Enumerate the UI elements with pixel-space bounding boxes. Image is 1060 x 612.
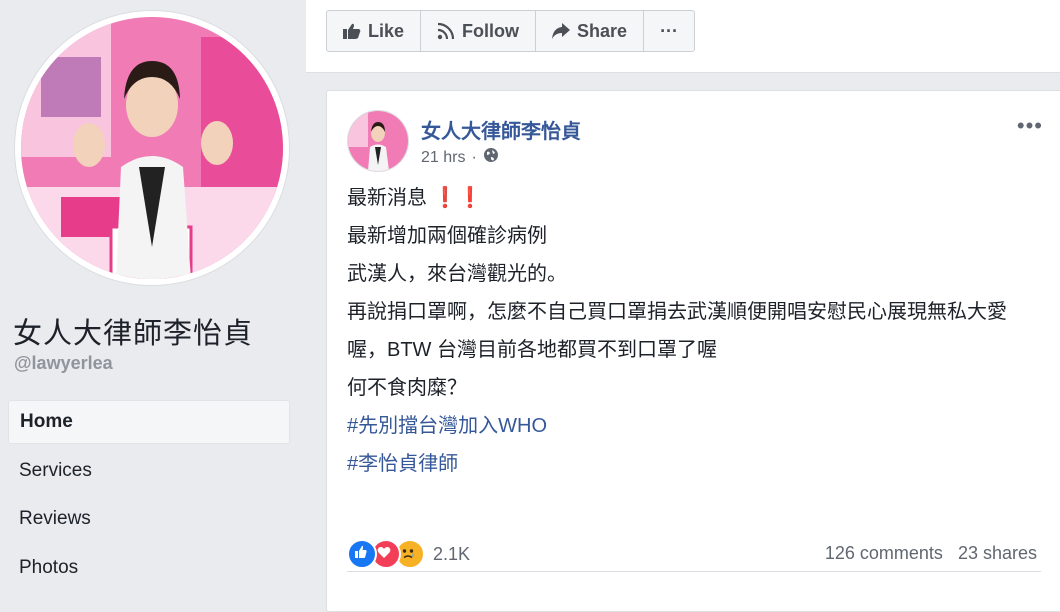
post-stats: 126 comments 23 shares — [815, 543, 1037, 564]
post-timestamp[interactable]: 21 hrs — [421, 149, 465, 167]
reactions-summary[interactable]: 2.1K — [347, 539, 470, 569]
page-name: 女人大律師李怡貞 — [13, 318, 254, 350]
page-nav: Home Services Reviews Photos — [8, 400, 290, 594]
more-options-label: ··· — [660, 20, 679, 41]
nav-item-photos[interactable]: Photos — [8, 546, 290, 590]
like-label: Like — [368, 20, 405, 41]
post-line-2: 最新增加兩個確診病例 — [347, 225, 547, 247]
page-handle[interactable]: @lawyerlea — [14, 353, 113, 374]
nav-item-reviews[interactable]: Reviews — [8, 497, 290, 541]
like-button[interactable]: Like — [327, 11, 422, 51]
thumbs-up-icon — [343, 23, 361, 39]
follow-button[interactable]: Follow — [421, 11, 537, 51]
share-button[interactable]: Share — [536, 11, 645, 51]
post-footer: 2.1K 126 comments 23 shares — [347, 535, 1041, 572]
post-line-1-text: 最新消息 — [347, 187, 427, 209]
profile-photo-image — [21, 17, 283, 279]
action-button-group: Like Follow Share ··· — [326, 10, 696, 52]
post-meta: 21 hrs · — [421, 147, 499, 168]
nav-item-home[interactable]: Home — [8, 400, 290, 444]
post-options-menu[interactable]: ••• — [1017, 113, 1043, 139]
follow-label: Follow — [462, 20, 520, 41]
meta-separator: · — [471, 148, 477, 166]
rss-follow-icon — [437, 22, 455, 40]
post-author-name[interactable]: 女人大律師李怡貞 — [421, 115, 581, 144]
share-arrow-icon — [552, 23, 571, 39]
more-options-button[interactable]: ··· — [644, 11, 694, 51]
post-card: 女人大律師李怡貞 21 hrs · ••• 最新消息 ❗❗ 最新增加兩個確診病例… — [326, 90, 1060, 612]
page-action-bar: Like Follow Share ··· — [306, 0, 1060, 73]
post-author-avatar[interactable] — [347, 110, 409, 172]
nav-item-services[interactable]: Services — [8, 449, 290, 493]
reaction-count: 2.1K — [433, 543, 471, 564]
shares-count-link[interactable]: 23 shares — [958, 543, 1037, 563]
hashtag-link[interactable]: #先別擋台灣加入WHO — [347, 413, 1047, 440]
share-label: Share — [577, 20, 628, 41]
hashtag-link[interactable]: #李怡貞律師 — [347, 451, 1047, 478]
post-body: 最新消息 ❗❗ 最新增加兩個確診病例 武漢人，來台灣觀光的。 再說捐口罩啊，怎麼… — [347, 185, 1047, 489]
post-line-4: 再說捐口罩啊，怎麼不自己買口罩捐去武漢順便開唱安慰民心展現無私大愛 — [347, 301, 1007, 323]
exclamation-icon: ❗❗ — [432, 187, 483, 209]
comments-count-link[interactable]: 126 comments — [825, 543, 943, 563]
post-line-6: 何不食肉糜？ — [347, 377, 467, 399]
post-line-5: 喔，BTW 台灣目前各地都買不到口罩了喔 — [347, 339, 717, 361]
post-line-3: 武漢人，來台灣觀光的。 — [347, 263, 567, 285]
globe-icon — [483, 147, 499, 168]
left-column: 女人大律師李怡貞 @lawyerlea Home Services Review… — [0, 0, 306, 596]
profile-picture[interactable] — [14, 10, 290, 286]
post-line-1: 最新消息 ❗❗ — [347, 185, 1047, 212]
like-reaction-icon — [347, 539, 377, 569]
author-avatar-image — [348, 111, 408, 171]
